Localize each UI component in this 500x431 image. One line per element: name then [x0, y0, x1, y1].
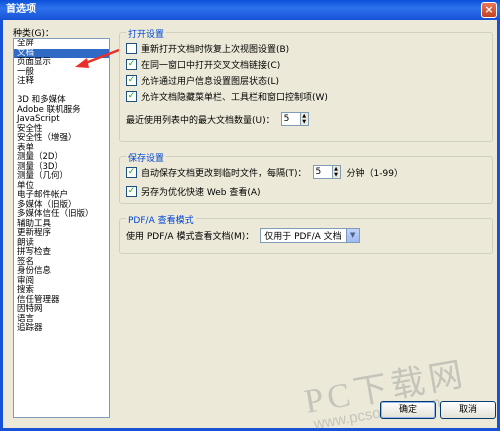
option-cross-doc-links[interactable]: ✓ 在同一窗口中打开交叉文档链接(C) — [126, 58, 280, 71]
checkbox-checked[interactable]: ✓ — [126, 91, 137, 102]
category-list[interactable]: 全屏 文档 页面显示 一般 注释 3D 和多媒体 Adobe 联机服务 Java… — [13, 38, 110, 418]
pdfa-selected-value: 仅用于 PDF/A 文档 — [264, 232, 342, 242]
red-arrow-annotation — [75, 48, 120, 68]
option-label: 在同一窗口中打开交叉文档链接(C) — [141, 61, 281, 71]
chevron-down-icon[interactable]: ▼ — [345, 229, 359, 242]
max-docs-stepper[interactable]: ▲ ▼ — [300, 112, 309, 126]
autosave-input[interactable]: 5 — [312, 165, 333, 179]
fast-web-row[interactable]: ✓ 另存为优化快速 Web 查看(A) — [126, 185, 261, 198]
max-docs-input[interactable]: 5 — [280, 112, 301, 126]
close-button[interactable]: × — [481, 2, 497, 18]
max-docs-label: 最近使用列表中的最大文档数量(U)： — [126, 115, 275, 126]
checkbox-checked[interactable]: ✓ — [126, 59, 137, 70]
preferences-window: 种类(G)： 全屏 文档 页面显示 一般 注释 3D 和多媒体 Adobe 联机… — [0, 20, 500, 431]
checkbox-checked[interactable]: ✓ — [126, 166, 137, 178]
max-docs-row: 最近使用列表中的最大文档数量(U)： 5 ▲ ▼ — [126, 112, 309, 126]
option-label: 允许通过用户信息设置图层状态(L) — [141, 77, 280, 87]
checkbox-checked[interactable]: ✓ — [126, 186, 137, 197]
ok-button[interactable]: 确定 — [380, 401, 436, 419]
open-settings-group: 打开设置 重新打开文档时恢复上次视图设置(B) ✓ 在同一窗口中打开交叉文档链接… — [119, 27, 493, 142]
category-item[interactable]: 追踪器 — [14, 323, 109, 334]
spin-down-icon[interactable]: ▼ — [333, 172, 340, 178]
checkbox-unchecked[interactable] — [126, 43, 137, 54]
option-label: 重新打开文档时恢复上次视图设置(B) — [141, 45, 290, 55]
autosave-row[interactable]: ✓ 自动保存文档更改到临时文件，每隔(T)： 5 ▲ ▼ 分钟（1-99） — [126, 165, 403, 179]
fast-web-label: 另存为优化快速 Web 查看(A) — [141, 188, 261, 198]
autosave-unit: 分钟（1-99） — [346, 168, 403, 179]
option-restore-view[interactable]: 重新打开文档时恢复上次视图设置(B) — [126, 42, 289, 55]
checkbox-checked[interactable]: ✓ — [126, 75, 137, 86]
autosave-stepper[interactable]: ▲ ▼ — [332, 165, 341, 179]
pdfa-row: 使用 PDF/A 模式查看文档(M)： 仅用于 PDF/A 文档 ▼ — [126, 228, 360, 243]
group-title: 保存设置 — [126, 151, 167, 164]
window-title: 首选项 — [6, 4, 36, 15]
group-title: 打开设置 — [126, 27, 167, 40]
option-hide-toolbars[interactable]: ✓ 允许文档隐藏菜单栏、工具栏和窗口控制项(W) — [126, 90, 328, 103]
pdfa-group: PDF/A 查看模式 使用 PDF/A 模式查看文档(M)： 仅用于 PDF/A… — [119, 213, 493, 254]
pdfa-label: 使用 PDF/A 模式查看文档(M)： — [126, 232, 255, 242]
cancel-button[interactable]: 取消 — [440, 401, 496, 419]
group-title: PDF/A 查看模式 — [126, 213, 196, 226]
option-label: 允许文档隐藏菜单栏、工具栏和窗口控制项(W) — [141, 93, 328, 103]
pdfa-mode-select[interactable]: 仅用于 PDF/A 文档 ▼ — [260, 228, 360, 243]
save-settings-group: 保存设置 ✓ 自动保存文档更改到临时文件，每隔(T)： 5 ▲ ▼ 分钟（1-99… — [119, 151, 493, 204]
autosave-label: 自动保存文档更改到临时文件，每隔(T)： — [141, 168, 307, 179]
spin-down-icon[interactable]: ▼ — [301, 119, 308, 125]
category-item[interactable]: 注释 — [14, 76, 109, 87]
option-layer-state[interactable]: ✓ 允许通过用户信息设置图层状态(L) — [126, 74, 279, 87]
title-bar: 首选项 × — [0, 0, 500, 20]
